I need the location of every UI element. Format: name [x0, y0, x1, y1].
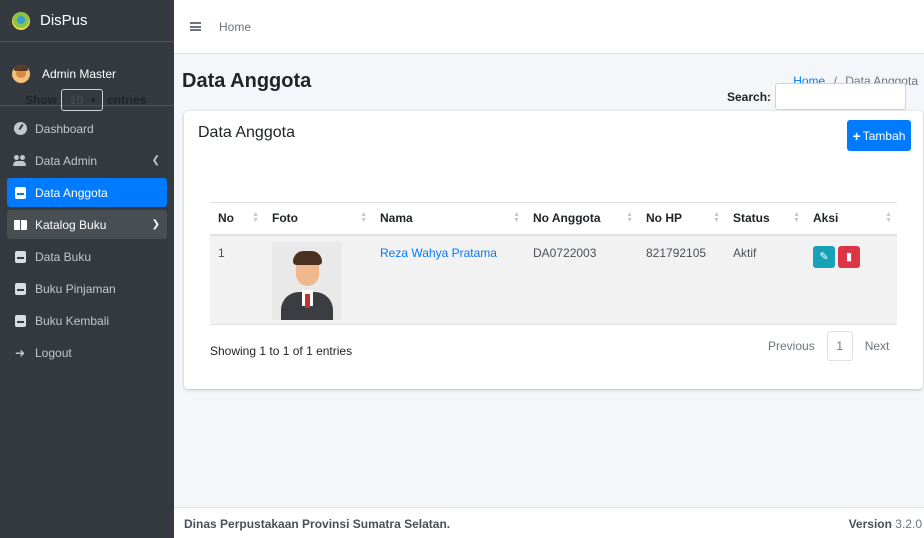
topbar: Home — [174, 0, 924, 54]
cell-no-anggota: DA0722003 — [525, 234, 638, 325]
book-icon — [13, 218, 27, 232]
column-header-no-anggota[interactable]: No Anggota ▲ ▼ — [525, 202, 638, 236]
sort-icon: ▲ ▼ — [252, 211, 259, 224]
edit-member-button[interactable]: ✎ — [813, 245, 835, 268]
sidebar-item-label: Data Admin — [35, 153, 98, 168]
page-title: Data Anggota — [182, 70, 312, 92]
dashboard-icon — [13, 122, 27, 136]
column-header-no-hp[interactable]: No HP ▲ ▼ — [638, 202, 725, 236]
card-title: Data Anggota — [198, 124, 295, 141]
version-number: 3.2.0 — [895, 517, 922, 531]
chevron-left-icon: ❮ — [151, 155, 160, 166]
users-icon — [13, 154, 27, 168]
sidebar-item-label: Logout — [35, 345, 72, 360]
pagination-previous[interactable]: Previous — [768, 339, 815, 353]
table-row: 1 Reza Wahya Pratama DA0722003 821792105… — [210, 234, 897, 325]
table-search: Search: — [727, 83, 907, 110]
sidebar-item-buku-kembali[interactable]: Buku Kembali — [7, 306, 167, 335]
brand-name: DisPus — [40, 12, 88, 29]
footer: Dinas Perpustakaan Provinsi Sumatra Sela… — [174, 507, 924, 538]
sort-icon: ▲ ▼ — [885, 211, 892, 224]
avatar — [12, 64, 30, 83]
table-header-row: No ▲ ▼ Foto ▲ ▼ Nama ▲ ▼ No Anggota ▲ ▼ No HP ▲ ▼ … — [210, 202, 897, 236]
delete-member-button[interactable]: ▮ — [838, 245, 860, 268]
sidebar-item-data-buku[interactable]: Data Buku — [7, 242, 167, 271]
sort-icon: ▲ ▼ — [793, 211, 800, 224]
column-header-aksi[interactable]: Aksi ▲ ▼ — [805, 202, 897, 236]
column-header-nama[interactable]: Nama ▲ ▼ — [372, 202, 525, 236]
version-label: Version — [848, 517, 892, 531]
sidebar-item-katalog-buku[interactable]: Katalog Buku ❯ — [7, 210, 167, 239]
member-name-link[interactable]: Reza Wahya Pratama — [380, 246, 497, 260]
entries-select[interactable]: 10 ▼ — [61, 89, 103, 111]
cell-status: Aktif — [725, 234, 805, 325]
sidebar: DisPus Admin Master Dashboard Data Admin… — [0, 0, 174, 538]
sort-icon: ▲ ▼ — [626, 211, 633, 224]
square-icon — [13, 314, 27, 328]
brand-logo-icon — [12, 11, 30, 30]
brand-link[interactable]: DisPus — [0, 0, 174, 42]
chevron-down-icon: ❯ — [151, 219, 160, 230]
column-header-status[interactable]: Status ▲ ▼ — [725, 202, 805, 236]
square-icon — [13, 250, 27, 264]
cell-nama: Reza Wahya Pratama — [372, 234, 525, 325]
table-info: Showing 1 to 1 of 1 entries — [210, 344, 353, 358]
entries-select-value: 10 — [70, 93, 84, 107]
sidebar-item-label: Buku Pinjaman — [35, 281, 116, 296]
sort-icon: ▲ ▼ — [360, 211, 367, 224]
pagination: Previous 1 Next — [768, 331, 889, 361]
search-input[interactable] — [775, 83, 907, 110]
sort-icon: ▲ ▼ — [513, 211, 520, 224]
topbar-home-link[interactable]: Home — [219, 20, 251, 34]
pagination-page-1[interactable]: 1 — [826, 331, 853, 361]
footer-credit: Dinas Perpustakaan Provinsi Sumatra Sela… — [184, 517, 451, 531]
sidebar-item-label: Data Anggota — [35, 185, 108, 200]
cell-no: 1 — [210, 234, 264, 325]
sidebar-item-dashboard[interactable]: Dashboard — [7, 114, 167, 143]
user-edit-icon: ✎ — [819, 251, 829, 263]
cell-aksi: ✎ ▮ — [805, 234, 897, 325]
sidebar-item-label: Katalog Buku — [35, 217, 107, 232]
menu-toggle-icon[interactable] — [190, 22, 201, 31]
pagination-next[interactable]: Next — [865, 339, 890, 353]
sidebar-item-data-anggota[interactable]: Data Anggota — [7, 178, 167, 207]
entries-label: entries — [107, 93, 147, 107]
user-name: Admin Master — [42, 66, 117, 81]
search-label: Search: — [727, 89, 772, 104]
add-member-button[interactable]: + Tambah — [847, 120, 911, 151]
sidebar-item-label: Buku Kembali — [35, 313, 110, 328]
sidebar-item-buku-pinjaman[interactable]: Buku Pinjaman — [7, 274, 167, 303]
cell-foto — [264, 234, 372, 325]
sidebar-item-logout[interactable]: ➜ Logout — [7, 338, 167, 367]
sidebar-item-label: Data Buku — [35, 249, 92, 264]
column-header-foto[interactable]: Foto ▲ ▼ — [264, 202, 372, 236]
entries-length-control: Show 10 ▼ entries — [25, 89, 146, 111]
column-header-no[interactable]: No ▲ ▼ — [210, 202, 264, 236]
id-card-icon — [13, 186, 27, 200]
sidebar-nav: Dashboard Data Admin ❮ Data Anggota Kata… — [0, 106, 174, 378]
members-table: No ▲ ▼ Foto ▲ ▼ Nama ▲ ▼ No Anggota ▲ ▼ No HP ▲ ▼ … — [210, 202, 897, 325]
sidebar-item-data-admin[interactable]: Data Admin ❮ — [7, 146, 167, 175]
chevron-down-icon: ▼ — [89, 95, 97, 105]
add-button-label: Tambah — [862, 128, 906, 143]
sidebar-item-label: Dashboard — [35, 121, 94, 136]
plus-icon: + — [852, 127, 861, 144]
trash-icon: ▮ — [845, 251, 853, 263]
logout-icon: ➜ — [14, 345, 26, 360]
member-photo — [272, 241, 342, 320]
footer-version: Version 3.2.0 — [849, 517, 922, 531]
square-icon — [13, 282, 27, 296]
sort-icon: ▲ ▼ — [713, 211, 720, 224]
cell-no-hp: 821792105 — [638, 234, 725, 325]
show-label: Show — [25, 93, 57, 107]
